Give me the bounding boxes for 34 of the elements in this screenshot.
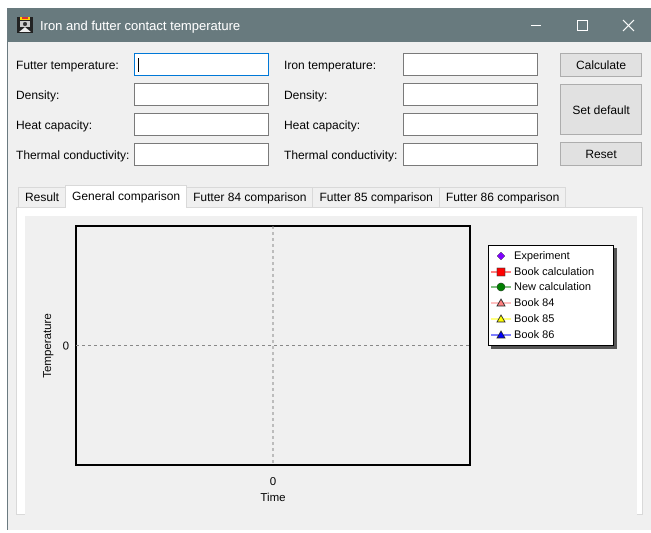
field-label: Iron temperature: (284, 58, 378, 72)
x-tick-label: 0 (270, 476, 276, 488)
input-field[interactable] (403, 143, 538, 166)
y-axis-title: Temperature (42, 313, 54, 378)
field-label: Density: (284, 88, 328, 102)
tab[interactable]: General comparison (65, 185, 188, 208)
legend-label: Book 85 (514, 313, 554, 326)
app-icon (16, 16, 34, 34)
input-field[interactable] (134, 143, 269, 166)
action-button[interactable]: Reset (560, 142, 642, 166)
legend-label: Book calculation (514, 266, 594, 278)
field-label: Futter temperature: (16, 58, 120, 72)
input-field[interactable] (134, 53, 269, 76)
field-label: Heat capacity: (16, 118, 94, 132)
input-field[interactable] (403, 83, 538, 106)
window-title: Iron and futter contact temperature (40, 18, 240, 32)
default-button[interactable]: Set default (560, 84, 642, 135)
input-field[interactable] (403, 53, 538, 76)
legend-label: Book 84 (514, 297, 554, 310)
legend-label: Book 86 (514, 328, 554, 341)
legend-label: New calculation (514, 281, 592, 294)
field-label: Density: (16, 88, 60, 102)
y-tick-label: 0 (62, 340, 69, 352)
input-field[interactable] (134, 113, 269, 136)
field-label: Thermal conductivity: (16, 148, 130, 162)
field-label: Thermal conductivity: (284, 148, 398, 162)
action-button[interactable]: Calculate (560, 53, 642, 77)
field-label: Heat capacity: (284, 118, 362, 132)
tab[interactable]: Result (18, 187, 66, 207)
legend-label: Experiment (514, 250, 570, 262)
input-field[interactable] (134, 83, 269, 106)
x-axis-title: Time (260, 492, 286, 504)
input-field[interactable] (403, 113, 538, 136)
tab[interactable]: Futter 86 comparison (438, 187, 566, 207)
